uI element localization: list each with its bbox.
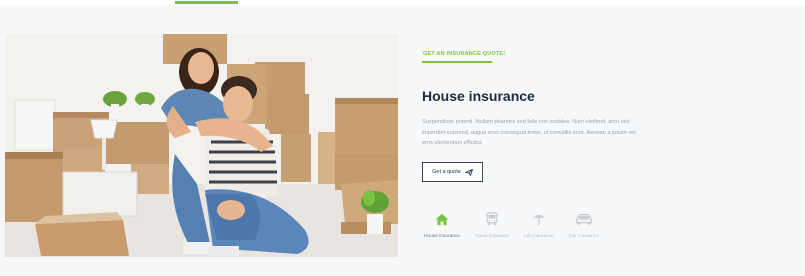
get-quote-button[interactable]: Get a quote — [422, 162, 483, 182]
tab-life-insurance-label: Life insurance — [524, 234, 554, 239]
active-nav-indicator — [175, 1, 238, 4]
section-title: House insurance — [422, 88, 535, 104]
tab-house-insurance-label: House insurance — [424, 234, 460, 239]
bus-icon — [486, 211, 498, 227]
top-strip — [0, 0, 805, 5]
tab-car-insurance-label: Car insurance — [569, 234, 599, 239]
tab-travel-insurance-label: Travel insurance — [474, 234, 510, 239]
section-eyebrow: GET AN INSURANCE QUOTE! — [423, 51, 506, 57]
tab-life-insurance[interactable]: Life insurance — [515, 211, 563, 243]
eyebrow-underline — [422, 61, 492, 63]
hero-photo — [5, 34, 398, 257]
car-icon — [575, 211, 593, 227]
get-quote-label: Get a quote — [432, 169, 461, 175]
section-description: Suspendisse potenti. Nullam pharetra sed… — [422, 119, 636, 146]
tab-car-insurance[interactable]: Car insurance — [560, 211, 608, 243]
house-icon — [435, 211, 449, 227]
paper-plane-icon — [464, 168, 473, 176]
umbrella-icon — [532, 211, 546, 227]
tab-travel-insurance[interactable]: Travel insurance — [468, 211, 516, 243]
tab-house-insurance[interactable]: House insurance — [418, 211, 466, 243]
